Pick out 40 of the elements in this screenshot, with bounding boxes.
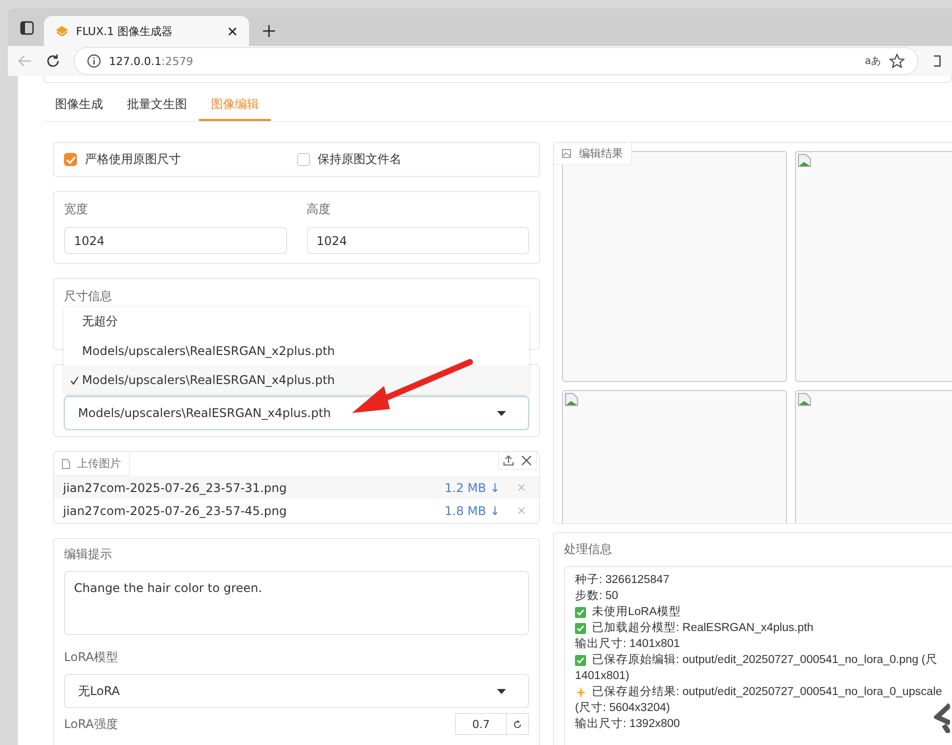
- prompt-field[interactable]: Change the hair color to green.: [64, 571, 529, 635]
- file-name: jian27com-2025-07-26_23-57-45.png: [63, 504, 288, 518]
- checkbox-label: 保持原图文件名: [318, 151, 402, 168]
- field-label: 高度: [306, 201, 332, 218]
- dropdown-option[interactable]: Models/upscalers\RealESRGAN_x2plus.pth: [64, 336, 529, 365]
- tab[interactable]: 图像生成: [43, 92, 115, 121]
- file-size-link[interactable]: 1.8 MB ↓: [444, 504, 500, 518]
- log-line: 已加载超分模型: RealESRGAN_x4plus.pth: [592, 620, 814, 636]
- log-line: 已保存超分结果: output/edit_20250727_000541_no_lora_0_upscale: [592, 684, 942, 700]
- field-label: 编辑提示: [64, 547, 112, 561]
- log-line: (尺寸: 5604x3204): [575, 700, 670, 716]
- lora-select[interactable]: 无LoRA: [64, 674, 529, 708]
- height-field[interactable]: 1024: [306, 227, 529, 254]
- tab[interactable]: 批量文生图: [115, 92, 199, 121]
- section-label: 尺寸信息: [64, 289, 112, 303]
- url-text: 127.0.0.1:2579: [109, 54, 194, 68]
- file-size-link[interactable]: 1.2 MB ↓: [444, 480, 500, 494]
- log-line: 输出尺寸: 1401x801: [575, 636, 680, 652]
- checkbox-label: 严格使用原图尺寸: [85, 151, 181, 168]
- log-line: 1401x801): [575, 669, 630, 684]
- field-label: LoRA模型: [64, 649, 119, 666]
- field-label: 宽度: [64, 201, 89, 218]
- log-line: 种子: 3266125847: [575, 572, 670, 588]
- dropdown-option[interactable]: 无超分: [64, 307, 529, 336]
- log-line: 已保存原始编辑: output/edit_20250727_000541_no_lora_0.png (尺: [592, 652, 938, 668]
- tab-title: FLUX.1 图像生成器: [76, 24, 174, 38]
- address-bar[interactable]: 127.0.0.1:2579 aあ: [74, 47, 918, 75]
- browser-tab[interactable]: FLUX.1 图像生成器: [44, 16, 249, 46]
- strength-field[interactable]: 0.7: [455, 713, 507, 735]
- log-line: 步数: 50: [575, 588, 618, 604]
- dropdown-option[interactable]: Models/upscalers\RealESRGAN_x4plus.pth: [64, 365, 529, 394]
- log-line: 输出尺寸: 1392x800: [575, 716, 680, 732]
- translate-label[interactable]: aあ: [864, 54, 881, 68]
- width-field[interactable]: 1024: [64, 227, 286, 254]
- gallery-label: 编辑结果: [554, 143, 632, 165]
- log-line: 未使用LoRA模型: [592, 604, 681, 620]
- section-label: 处理信息: [564, 542, 612, 556]
- field-label: LoRA强度: [64, 716, 119, 732]
- file-name: jian27com-2025-07-26_23-57-31.png: [63, 480, 288, 494]
- upscale-select[interactable]: Models/upscalers\RealESRGAN_x4plus.pth: [64, 396, 529, 430]
